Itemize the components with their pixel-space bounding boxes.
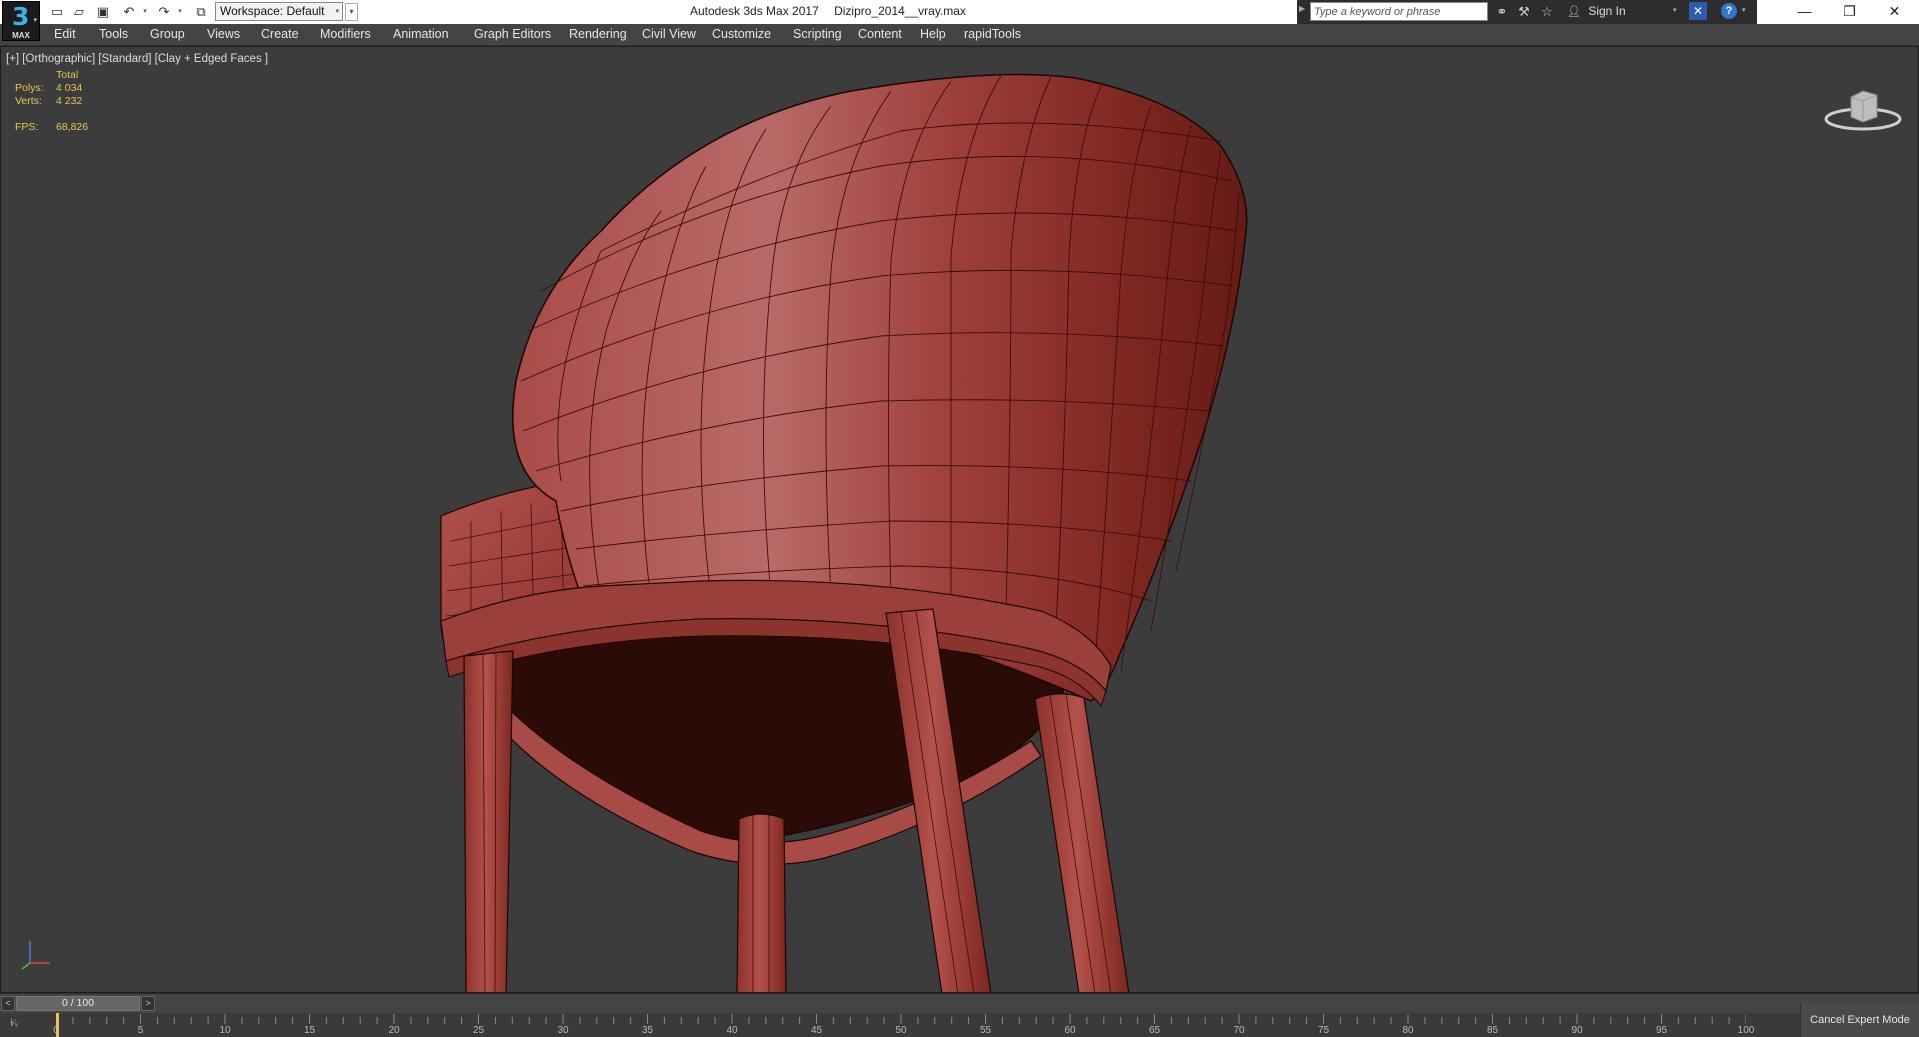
chair-model[interactable]	[1, 47, 1919, 993]
restore-icon[interactable]: ❐	[1827, 0, 1872, 24]
track-bar[interactable]: ɫ∕ᵥ 0 5 10 15 20 25 30 35 40 45 50 55 60 65 70 75 80 85 90…	[0, 1013, 1800, 1037]
axis-tripod-icon	[21, 941, 50, 970]
ruler-label: 95	[1655, 1025, 1668, 1036]
max-logo-number: 3	[12, 2, 30, 31]
stats-total-label: Total	[56, 69, 79, 81]
time-slider: < 0 / 100 >	[0, 993, 1919, 1013]
previous-frame-button[interactable]: <	[1, 996, 15, 1011]
ruler-label: 5	[137, 1025, 144, 1036]
ruler-label: 50	[895, 1025, 907, 1036]
chevron-down-icon: ▾	[335, 8, 339, 15]
open-file-icon[interactable]: ▱	[70, 3, 88, 21]
minimize-icon[interactable]: —	[1782, 0, 1827, 24]
mini-curve-editor-icon[interactable]: ɫ∕ᵥ	[10, 1018, 32, 1032]
menu-item-modifiers[interactable]: Modifiers	[320, 27, 371, 41]
ruler-label: 45	[810, 1025, 823, 1036]
menu-item-create[interactable]: Create	[261, 27, 299, 41]
ruler-label: 10	[219, 1025, 231, 1036]
binoculars-icon[interactable]: ⚭	[1493, 3, 1511, 21]
ruler-label: 60	[1064, 1025, 1076, 1036]
ruler-label: 55	[979, 1025, 992, 1036]
title-bar: 3 ▾ MAX ▭ ▱ ▣ ↶ ▾ ↷ ▾ ⧉ Workspace: Defau…	[0, 0, 1919, 41]
collapse-search-icon[interactable]: ▶	[1299, 4, 1305, 13]
new-file-icon[interactable]: ▭	[48, 3, 66, 21]
menu-item-tools[interactable]: Tools	[99, 27, 128, 41]
menu-item-group[interactable]: Group	[150, 27, 185, 41]
menu-item-civil-view[interactable]: Civil View	[642, 27, 696, 41]
cancel-expert-mode-button[interactable]: Cancel Expert Mode	[1800, 1003, 1919, 1037]
chevron-down-icon: ▾	[33, 17, 37, 24]
chevron-down-icon[interactable]: ▾	[1673, 6, 1677, 14]
max-logo-label: MAX	[12, 31, 30, 40]
next-frame-button[interactable]: >	[141, 996, 155, 1011]
star-icon[interactable]: ☆	[1538, 3, 1556, 21]
ruler-label: 15	[303, 1025, 316, 1036]
menu-item-content[interactable]: Content	[858, 27, 902, 41]
window-title: Autodesk 3ds Max 2017 Dizipro_2014__vray…	[690, 4, 978, 18]
menu-item-graph-editors[interactable]: Graph Editors	[474, 27, 551, 41]
ruler-label: 35	[641, 1025, 654, 1036]
exchange-apps-icon[interactable]: ✕	[1689, 2, 1707, 20]
ruler-label: 90	[1571, 1025, 1583, 1036]
ruler-label: 75	[1317, 1025, 1330, 1036]
sign-in-label: Sign In	[1588, 4, 1626, 18]
stats-verts-label: Verts:	[15, 95, 42, 107]
save-file-icon[interactable]: ▣	[94, 3, 112, 21]
frame-counter: 0 / 100	[61, 997, 95, 1009]
ruler-label: 70	[1233, 1025, 1245, 1036]
stats-polys-value: 4 034	[56, 82, 83, 94]
ruler-label: 0	[53, 1025, 59, 1036]
ruler-label: 30	[557, 1025, 569, 1036]
stats-fps-label: FPS:	[15, 121, 39, 133]
user-icon: 👤︎	[1567, 6, 1581, 18]
file-name: Dizipro_2014__vray.max	[834, 4, 966, 18]
redo-icon[interactable]: ↷	[155, 3, 173, 21]
application-menu-button[interactable]: 3 ▾ MAX	[2, 1, 40, 41]
viewport-label-menu[interactable]: [+] [Orthographic] [Standard] [Clay + Ed…	[6, 53, 268, 65]
help-icon[interactable]: ?	[1721, 3, 1737, 19]
viewport-orthographic[interactable]: [+] [Orthographic] [Standard] [Clay + Ed…	[0, 46, 1919, 993]
ruler-label: 65	[1148, 1025, 1161, 1036]
infocenter-toolbar: ▶ ⚭ ⚒ ☆	[1297, 0, 1757, 24]
app-title: Autodesk 3ds Max 2017	[690, 4, 819, 18]
stats-verts-value: 4 232	[56, 95, 83, 107]
frame-ruler[interactable]: 0 5 10 15 20 25 30 35 40 45 50 55 60 65 70 75 80 85 90 95 10…	[53, 1013, 1754, 1037]
ruler-label: 25	[472, 1025, 485, 1036]
menu-item-edit[interactable]: Edit	[54, 27, 76, 41]
project-folder-icon[interactable]: ⧉	[192, 3, 210, 21]
menu-item-help[interactable]: Help	[920, 27, 946, 41]
close-icon[interactable]: ✕	[1872, 0, 1917, 24]
ruler-label: 80	[1402, 1025, 1414, 1036]
search-input[interactable]	[1310, 2, 1488, 21]
ruler-label: 40	[726, 1025, 738, 1036]
menu-item-animation[interactable]: Animation	[393, 27, 449, 41]
menu-bar: Edit Tools Group Views Create Modifiers …	[0, 24, 1919, 46]
customize-quick-access-icon[interactable]: ▾	[345, 3, 358, 21]
workspace-label: Workspace: Default	[220, 4, 325, 18]
sign-in-button[interactable]: 👤︎ Sign In	[1567, 4, 1626, 18]
undo-dropdown-icon[interactable]: ▾	[141, 4, 149, 20]
ruler-label: 100	[1737, 1025, 1755, 1036]
redo-dropdown-icon[interactable]: ▾	[176, 4, 184, 20]
menu-item-views[interactable]: Views	[207, 27, 240, 41]
viewcube-icon[interactable]	[1823, 79, 1903, 135]
menu-item-customize[interactable]: Customize	[712, 27, 771, 41]
menu-item-rendering[interactable]: Rendering	[569, 27, 627, 41]
workspace-selector[interactable]: Workspace: Default ▾	[215, 2, 343, 21]
ruler-label: 85	[1486, 1025, 1499, 1036]
menu-item-rapidtools[interactable]: rapidTools	[964, 27, 1021, 41]
stats-polys-label: Polys:	[15, 82, 44, 94]
menu-item-scripting[interactable]: Scripting	[793, 27, 842, 41]
tools-icon[interactable]: ⚒	[1515, 3, 1533, 21]
chevron-down-icon[interactable]: ▾	[1742, 6, 1746, 14]
stats-fps-value: 68,826	[56, 121, 89, 133]
undo-icon[interactable]: ↶	[120, 3, 138, 21]
ruler-label: 20	[388, 1025, 400, 1036]
